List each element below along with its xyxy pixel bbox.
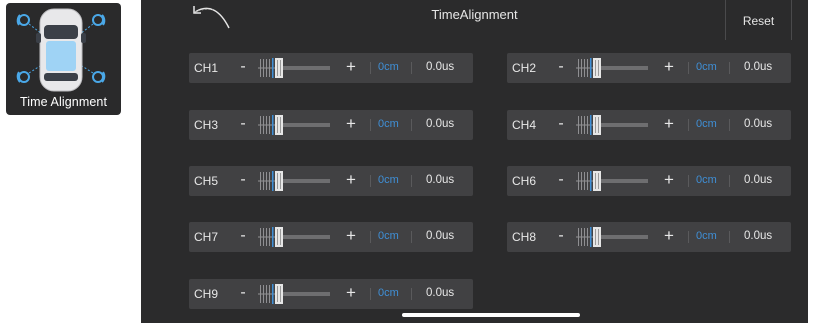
divider: [370, 175, 371, 187]
channel-row-ch8: CH8 - + 0cm 0.0us: [507, 222, 791, 252]
decrease-button[interactable]: -: [237, 171, 249, 189]
car-top-view-icon: [16, 8, 106, 92]
increase-button[interactable]: +: [344, 170, 358, 190]
distance-value: 0cm: [696, 61, 717, 73]
divider: [411, 288, 412, 300]
decrease-button[interactable]: -: [237, 115, 249, 133]
channel-label: CH5: [194, 174, 219, 188]
time-alignment-app-icon[interactable]: Time Alignment: [6, 3, 121, 115]
increase-button[interactable]: +: [344, 57, 358, 77]
divider: [411, 62, 412, 74]
reset-button[interactable]: Reset: [725, 0, 792, 40]
divider: [370, 119, 371, 131]
delay-slider[interactable]: [576, 114, 648, 136]
divider: [370, 231, 371, 243]
channel-label: CH6: [512, 174, 537, 188]
divider: [729, 175, 730, 187]
home-indicator[interactable]: [402, 313, 580, 317]
channel-row-ch3: CH3 - + 0cm 0.0us: [189, 110, 473, 140]
delay-slider[interactable]: [258, 57, 330, 79]
decrease-button[interactable]: -: [237, 284, 249, 302]
delay-value: 0.0us: [426, 230, 455, 242]
distance-value: 0cm: [696, 230, 717, 242]
decrease-button[interactable]: -: [555, 171, 567, 189]
divider: [729, 62, 730, 74]
time-alignment-panel: TimeAlignment Reset CH1 - + 0cm 0.0us CH…: [141, 0, 808, 323]
app-icon-label: Time Alignment: [19, 95, 108, 109]
distance-value: 0cm: [696, 174, 717, 186]
decrease-button[interactable]: -: [555, 115, 567, 133]
delay-slider[interactable]: [258, 170, 330, 192]
divider: [411, 119, 412, 131]
delay-value: 0.0us: [426, 174, 455, 186]
divider: [688, 119, 689, 131]
divider: [411, 231, 412, 243]
delay-slider[interactable]: [258, 114, 330, 136]
delay-value: 0.0us: [744, 174, 773, 186]
page-title: TimeAlignment: [431, 7, 518, 22]
delay-value: 0.0us: [744, 230, 773, 242]
delay-value: 0.0us: [426, 118, 455, 130]
delay-slider[interactable]: [576, 170, 648, 192]
channel-row-ch1: CH1 - + 0cm 0.0us: [189, 53, 473, 83]
delay-slider[interactable]: [576, 226, 648, 248]
decrease-button[interactable]: -: [237, 58, 249, 76]
channel-label: CH9: [194, 287, 219, 301]
divider: [729, 231, 730, 243]
channel-label: CH8: [512, 230, 537, 244]
channel-row-ch2: CH2 - + 0cm 0.0us: [507, 53, 791, 83]
increase-button[interactable]: +: [662, 57, 676, 77]
increase-button[interactable]: +: [662, 170, 676, 190]
delay-value: 0.0us: [426, 287, 455, 299]
increase-button[interactable]: +: [344, 283, 358, 303]
channel-row-ch4: CH4 - + 0cm 0.0us: [507, 110, 791, 140]
decrease-button[interactable]: -: [555, 227, 567, 245]
divider: [370, 288, 371, 300]
delay-value: 0.0us: [426, 61, 455, 73]
distance-value: 0cm: [378, 61, 399, 73]
increase-button[interactable]: +: [344, 114, 358, 134]
delay-value: 0.0us: [744, 61, 773, 73]
distance-value: 0cm: [378, 230, 399, 242]
delay-slider[interactable]: [576, 57, 648, 79]
distance-value: 0cm: [378, 174, 399, 186]
divider: [729, 119, 730, 131]
channel-row-ch7: CH7 - + 0cm 0.0us: [189, 222, 473, 252]
divider: [688, 175, 689, 187]
channel-label: CH1: [194, 61, 219, 75]
distance-value: 0cm: [378, 118, 399, 130]
increase-button[interactable]: +: [662, 226, 676, 246]
channel-row-ch5: CH5 - + 0cm 0.0us: [189, 166, 473, 196]
channel-row-ch6: CH6 - + 0cm 0.0us: [507, 166, 791, 196]
distance-value: 0cm: [696, 118, 717, 130]
delay-value: 0.0us: [744, 118, 773, 130]
distance-value: 0cm: [378, 287, 399, 299]
channel-label: CH2: [512, 61, 537, 75]
channel-row-ch9: CH9 - + 0cm 0.0us: [189, 279, 473, 309]
decrease-button[interactable]: -: [555, 58, 567, 76]
decrease-button[interactable]: -: [237, 227, 249, 245]
channel-label: CH7: [194, 230, 219, 244]
divider: [411, 175, 412, 187]
increase-button[interactable]: +: [344, 226, 358, 246]
divider: [688, 62, 689, 74]
divider: [688, 231, 689, 243]
divider: [370, 62, 371, 74]
increase-button[interactable]: +: [662, 114, 676, 134]
delay-slider[interactable]: [258, 283, 330, 305]
channel-label: CH3: [194, 118, 219, 132]
delay-slider[interactable]: [258, 226, 330, 248]
channel-label: CH4: [512, 118, 537, 132]
